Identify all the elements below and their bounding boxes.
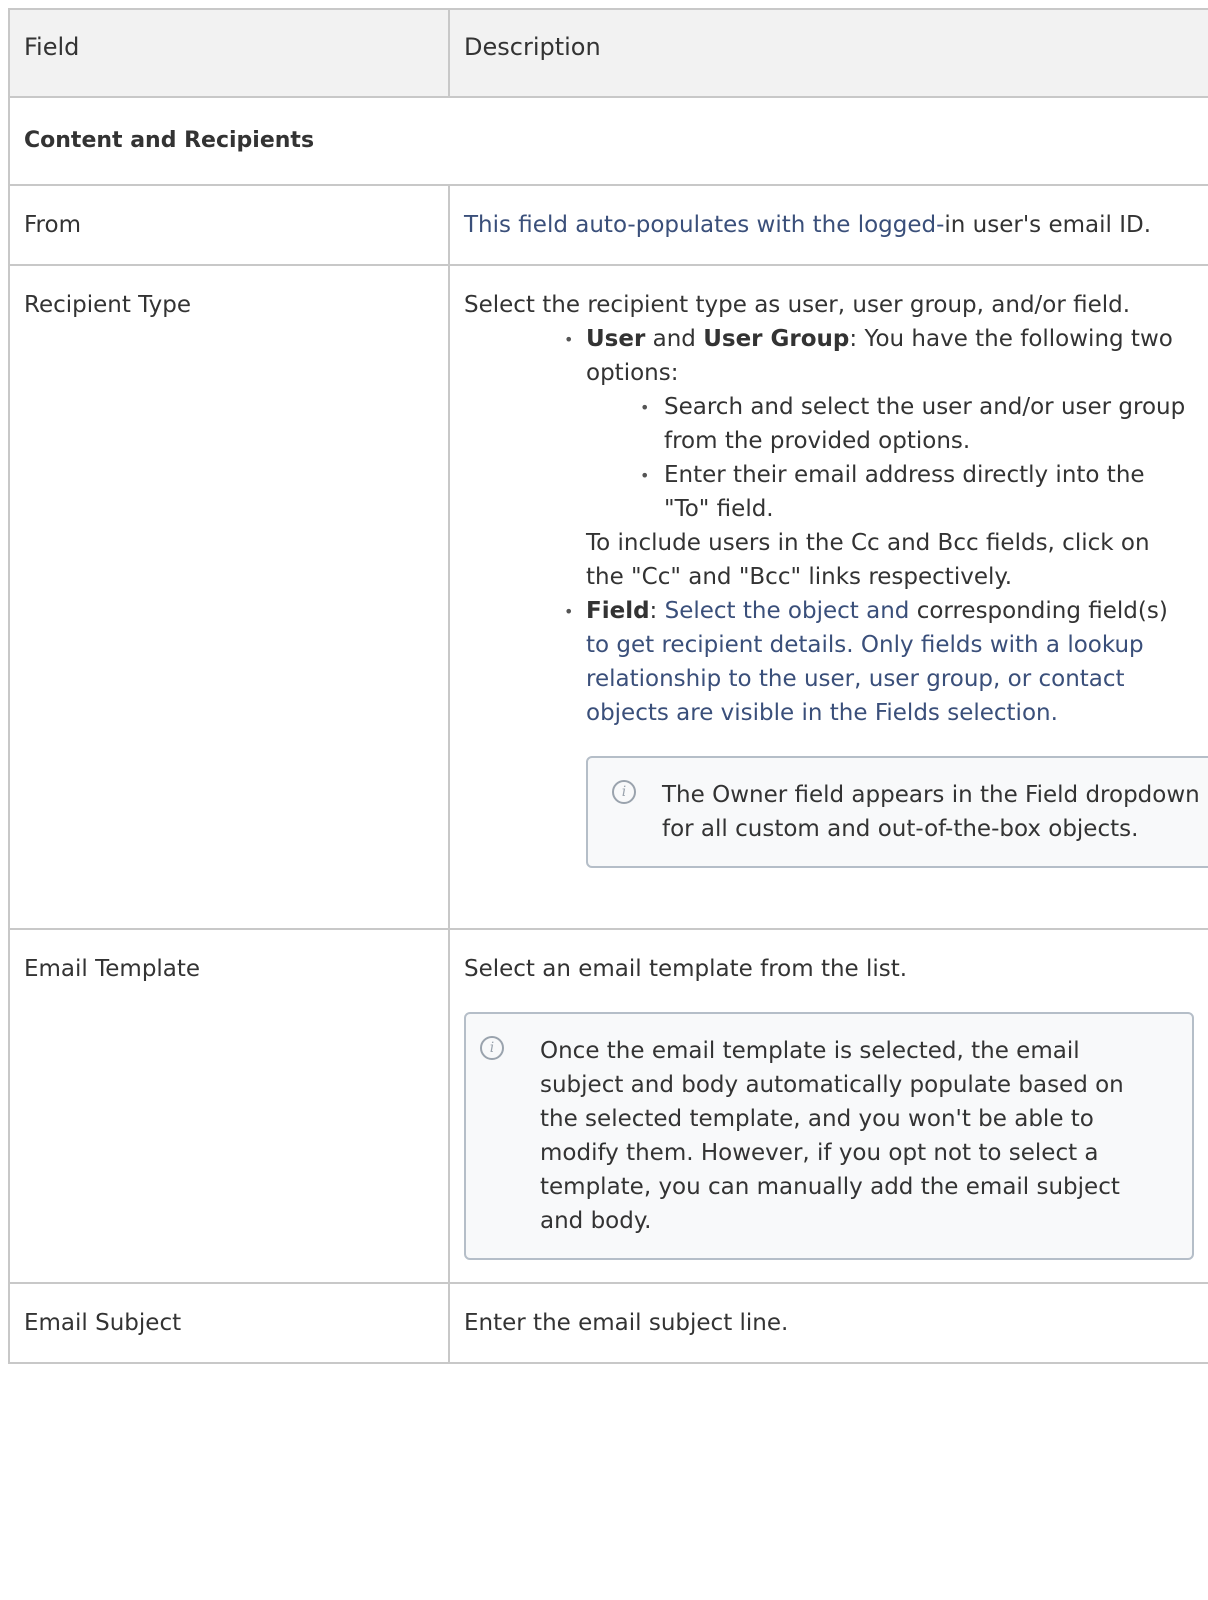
info-circle-icon: i xyxy=(480,1036,504,1060)
and-text: and xyxy=(645,326,704,352)
note-text: Once the email template is selected, the… xyxy=(540,1038,1124,1234)
field-link-text[interactable]: Select the object and xyxy=(665,598,910,624)
table-header-row: Field Description xyxy=(8,8,1208,98)
fields-table: Field Description Content and Recipients… xyxy=(8,8,1208,1364)
description-email-template: Select an email template from the list. … xyxy=(448,928,1208,1284)
description-from: This field auto-populates with the logge… xyxy=(448,184,1208,266)
recipient-options-list: User and User Group: You have the follow… xyxy=(464,322,1194,730)
field-name-email-subject: Email Subject xyxy=(8,1282,450,1364)
header-description: Description xyxy=(448,8,1208,98)
section-row: Content and Recipients xyxy=(8,96,1208,186)
table-row: Email Template Select an email template … xyxy=(8,928,1208,1284)
note-box-template: i Once the email template is selected, t… xyxy=(464,1012,1194,1260)
desc-link-text[interactable]: This field auto-populates with the logge… xyxy=(464,212,944,238)
description-recipient-type: Select the recipient type as user, user … xyxy=(448,264,1208,930)
field-link-text-2[interactable]: to get recipient details. Only fields wi… xyxy=(586,632,1144,726)
desc-text: in user's email ID. xyxy=(944,212,1152,238)
note-box-owner: i The Owner field appears in the Field d… xyxy=(586,756,1208,868)
note-text: The Owner field appears in the Field dro… xyxy=(662,782,1200,842)
template-desc: Select an email template from the list. xyxy=(464,956,908,982)
header-field: Field xyxy=(8,8,450,98)
cc-bcc-text: To include users in the Cc and Bcc field… xyxy=(586,530,1150,590)
description-email-subject: Enter the email subject line. xyxy=(448,1282,1208,1364)
recipient-intro: Select the recipient type as user, user … xyxy=(464,292,1131,318)
table-row: From This field auto-populates with the … xyxy=(8,184,1208,266)
list-item: Search and select the user and/or user g… xyxy=(640,390,1194,458)
field-label: Field xyxy=(586,598,650,624)
table-row: Recipient Type Select the recipient type… xyxy=(8,264,1208,930)
user-label: User xyxy=(586,326,646,352)
field-name-recipient-type: Recipient Type xyxy=(8,264,450,930)
section-title: Content and Recipients xyxy=(8,96,1208,186)
list-item: Enter their email address directly into … xyxy=(640,458,1194,526)
info-circle-icon: i xyxy=(612,780,636,804)
user-options-sublist: Search and select the user and/or user g… xyxy=(586,390,1194,526)
list-item: Field: Select the object and correspondi… xyxy=(564,594,1194,730)
field-name-from: From xyxy=(8,184,450,266)
field-mid-text: corresponding field(s) xyxy=(909,598,1168,624)
list-item: User and User Group: You have the follow… xyxy=(564,322,1194,594)
table-row: Email Subject Enter the email subject li… xyxy=(8,1282,1208,1364)
field-name-email-template: Email Template xyxy=(8,928,450,1284)
user-group-label: User Group xyxy=(703,326,850,352)
colon-text: : xyxy=(649,598,665,624)
